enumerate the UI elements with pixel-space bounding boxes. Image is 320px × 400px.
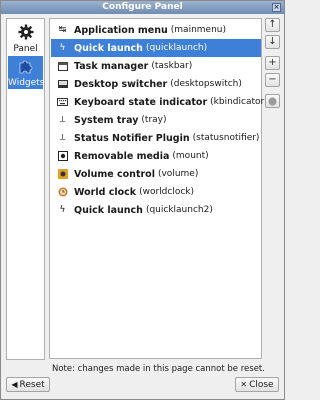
widget-id: (worldclock) [139,187,195,197]
category-sidebar: Panel Widgets [6,18,45,360]
list-item[interactable]: Task manager (taskbar) [51,57,261,75]
widget-name: Application menu [74,24,168,36]
close-window-button[interactable]: × [272,3,281,12]
media-icon [57,151,68,162]
window-title: Configure Panel [102,2,183,12]
settings-dot-icon [268,97,277,105]
clock-icon [57,187,68,198]
title-bar: Configure Panel × [1,1,284,14]
widget-name: Task manager [74,60,149,72]
widget-id: (quicklaunch) [145,43,208,53]
widget-id: (tray) [141,115,167,125]
add-widget-button[interactable]: + [265,56,280,70]
app-menu-icon: ↹ [58,25,67,35]
keyboard-icon [57,97,68,108]
configure-panel-window: Configure Panel × Panel Widgets ↹ Applic… [0,0,285,400]
reset-button-label: Reset [19,380,45,390]
list-item[interactable]: World clock (worldclock) [51,183,261,201]
notifier-icon: ⟂ [59,133,66,143]
widget-id: (mount) [172,151,209,161]
widget-name: System tray [74,114,139,126]
widget-id: (desktopswitch) [170,79,242,89]
volume-icon [57,169,68,180]
widget-list: ↹ Application menu (mainmenu) ϟ Quick la… [49,18,268,359]
widget-id: (volume) [157,169,199,179]
list-item[interactable]: Keyboard state indicator (kbindicator) [51,93,268,111]
list-item[interactable]: Volume control (volume) [51,165,261,183]
list-item[interactable]: ⟂ Status Notifier Plugin (statusnotifier… [51,129,261,147]
close-button-label: Close [249,380,274,390]
taskbar-icon [57,61,68,72]
list-item[interactable]: Removable media (mount) [51,147,261,165]
list-item[interactable]: ϟ Quick launch (quicklaunch2) [51,201,261,219]
reset-button[interactable]: ◀ Reset [6,377,50,392]
close-button[interactable]: ✕ Close [235,377,279,392]
widget-name: Status Notifier Plugin [74,132,190,144]
sidebar-item-widgets[interactable]: Widgets [8,56,45,89]
configure-widget-button[interactable] [265,94,280,108]
move-down-button[interactable]: ↓ [265,35,280,49]
widget-name: Keyboard state indicator [74,96,208,108]
widget-name: World clock [74,186,137,198]
gear-icon [18,24,33,40]
lightning-icon: ϟ [59,43,66,53]
widget-name: Quick launch [74,42,143,54]
list-item[interactable]: Desktop switcher (desktopswitch) [51,75,261,93]
widget-id: (mainmenu) [170,25,227,35]
widget-id: (kbindicator) [210,97,268,107]
widget-name: Volume control [74,168,155,180]
widget-name: Quick launch [74,204,143,216]
title-bar-buttons: × [272,3,281,12]
remove-widget-button[interactable]: − [265,73,280,87]
undo-icon: ◀ [11,380,18,389]
tray-icon: ⟂ [59,115,66,125]
sidebar-item-label: Panel [13,44,38,54]
list-item[interactable]: ϟ Quick launch (quicklaunch) [51,39,261,57]
sidebar-item-label: Widgets [8,78,45,88]
close-icon: ✕ [240,380,248,389]
sidebar-item-panel[interactable]: Panel [8,22,43,55]
list-item[interactable]: ↹ Application menu (mainmenu) [51,21,261,39]
widget-id: (statusnotifier) [192,133,260,143]
puzzle-icon [19,60,32,74]
desktop-switch-icon [57,79,68,90]
reset-note: Note: changes made in this page cannot b… [52,364,265,374]
move-up-button[interactable]: ↑ [265,18,280,32]
widget-id: (quicklaunch2) [145,205,213,215]
list-item[interactable]: ⟂ System tray (tray) [51,111,261,129]
widget-id: (taskbar) [151,61,193,71]
widget-name: Desktop switcher [74,78,168,90]
widget-name: Removable media [74,150,170,162]
lightning-icon: ϟ [59,205,66,215]
